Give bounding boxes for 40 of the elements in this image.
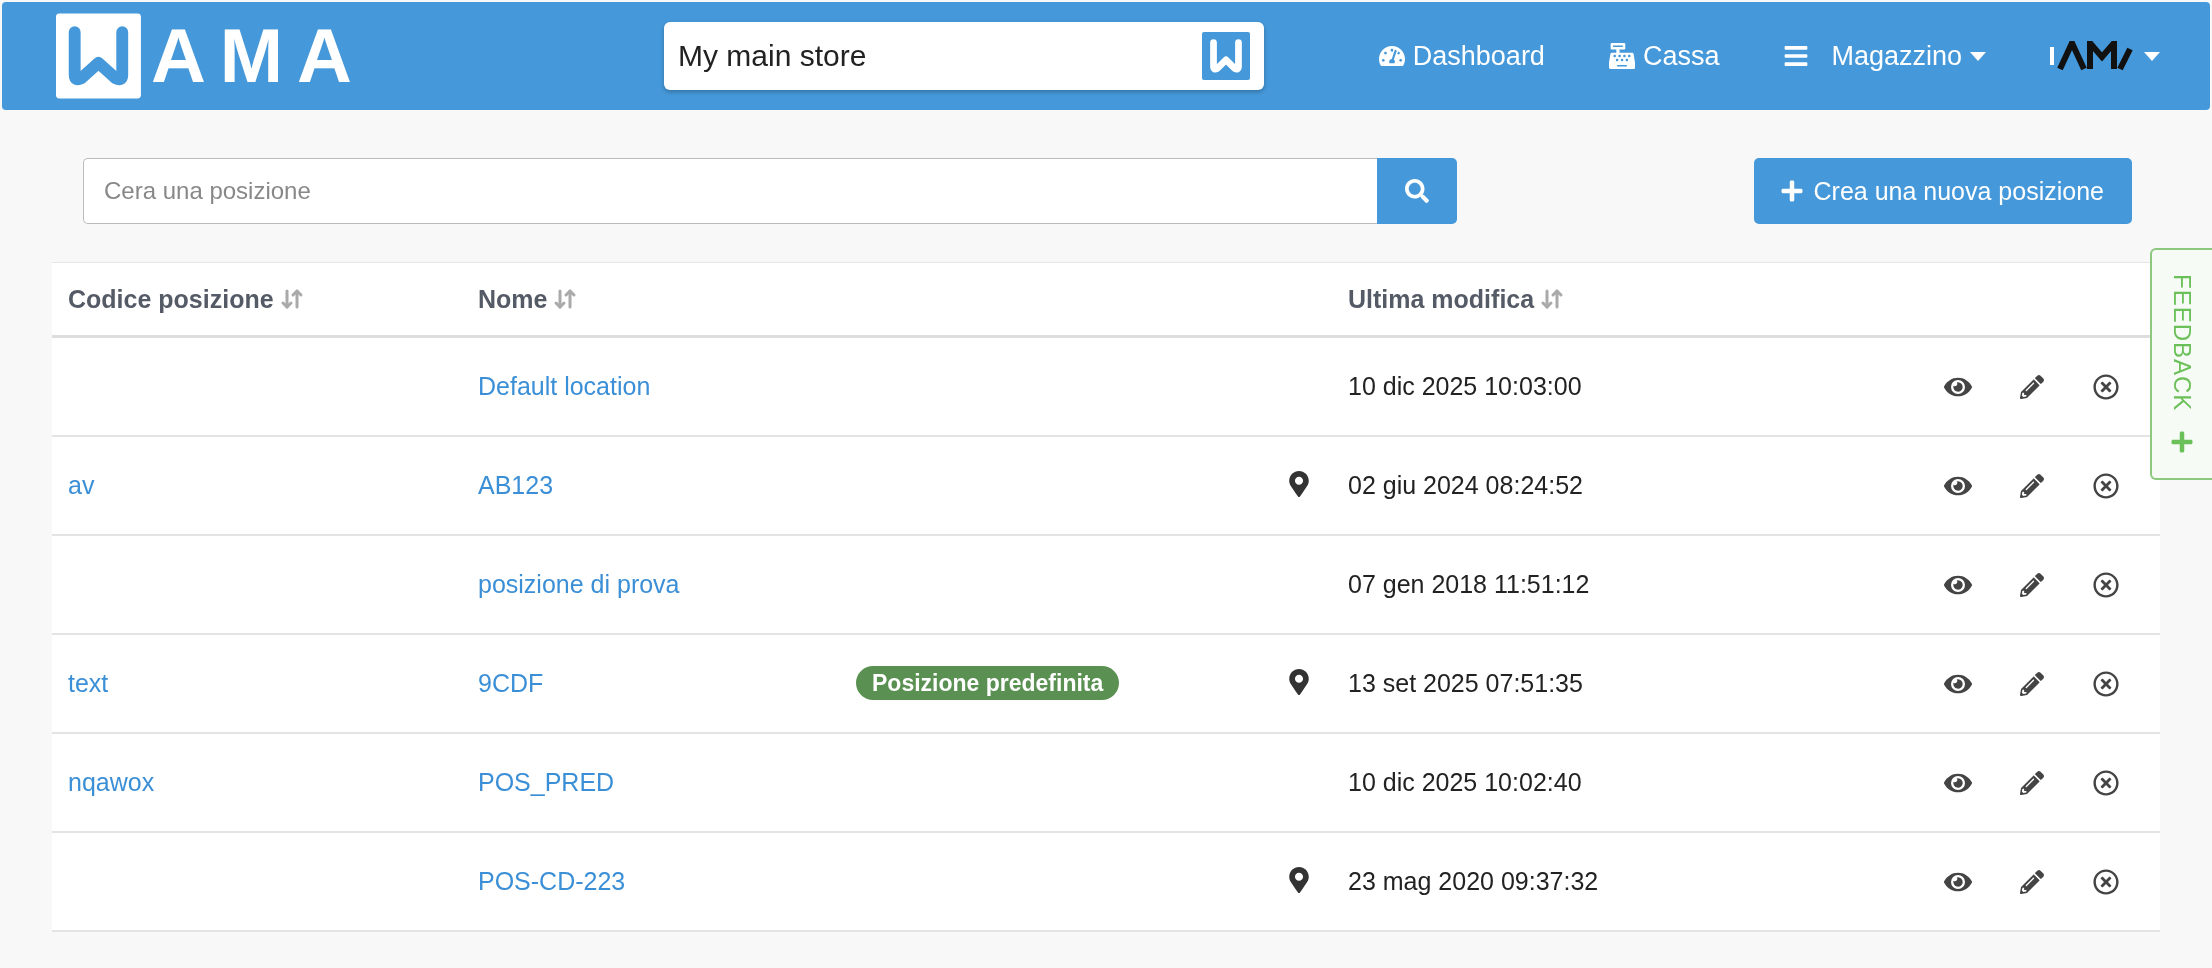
search-button[interactable] — [1377, 158, 1457, 224]
store-selector[interactable]: My main store — [664, 22, 1264, 90]
modified-date: 10 dic 2025 10:03:00 — [1348, 372, 1583, 401]
column-header[interactable]: Codice posizione — [68, 284, 478, 314]
avatar-logo-icon — [2050, 41, 2134, 71]
nav-link[interactable]: Dashboard — [1378, 40, 1545, 72]
user-menu[interactable] — [2050, 41, 2160, 71]
location-name-link[interactable]: AB123 — [478, 471, 554, 500]
search-field[interactable]: Cera una posizione — [83, 158, 1377, 224]
location-name-link[interactable]: Default location — [478, 372, 651, 401]
location-code-link[interactable]: av — [68, 471, 95, 499]
sort-icon — [1540, 287, 1565, 311]
plus-icon — [1779, 179, 1804, 203]
create-location-button[interactable]: Crea una nuova posizione — [1753, 158, 2132, 224]
location-name-link[interactable]: posizione di prova — [478, 570, 680, 599]
location-code-link[interactable]: text — [68, 669, 109, 697]
cash-register-icon — [1608, 43, 1635, 69]
location-name-link[interactable]: 9CDF — [478, 669, 544, 698]
menu-icon — [1783, 43, 1810, 69]
column-header[interactable]: Ultima modifica — [1348, 284, 1921, 314]
modified-date: 10 dic 2025 10:02:40 — [1348, 768, 1583, 797]
gauge-icon — [1378, 43, 1405, 69]
default-location-badge: Posizione predefinita — [856, 666, 1120, 700]
modified-date: 13 set 2025 07:51:35 — [1348, 669, 1584, 698]
search-icon — [1405, 179, 1429, 203]
logo-text: AMA — [150, 18, 366, 94]
modified-date: 23 mag 2020 09:37:32 — [1348, 867, 1600, 896]
logo-icon — [1202, 32, 1250, 80]
nav-link[interactable]: Magazzino — [1783, 40, 1986, 72]
location-code-link[interactable]: nqawox — [68, 768, 155, 796]
modified-date: 02 giu 2024 08:24:52 — [1348, 471, 1584, 500]
sort-icon — [553, 287, 578, 311]
nav-link[interactable]: Cassa — [1608, 40, 1720, 72]
location-name-link[interactable]: POS-CD-223 — [478, 867, 626, 896]
feedback-tab[interactable]: FEEDBACK — [2150, 248, 2212, 480]
plus-icon — [2170, 429, 2194, 454]
modified-date: 07 gen 2018 11:51:12 — [1348, 570, 1591, 599]
column-header[interactable]: Nome — [478, 284, 856, 314]
location-name-link[interactable]: POS_PRED — [478, 768, 615, 797]
sort-icon — [279, 287, 304, 311]
